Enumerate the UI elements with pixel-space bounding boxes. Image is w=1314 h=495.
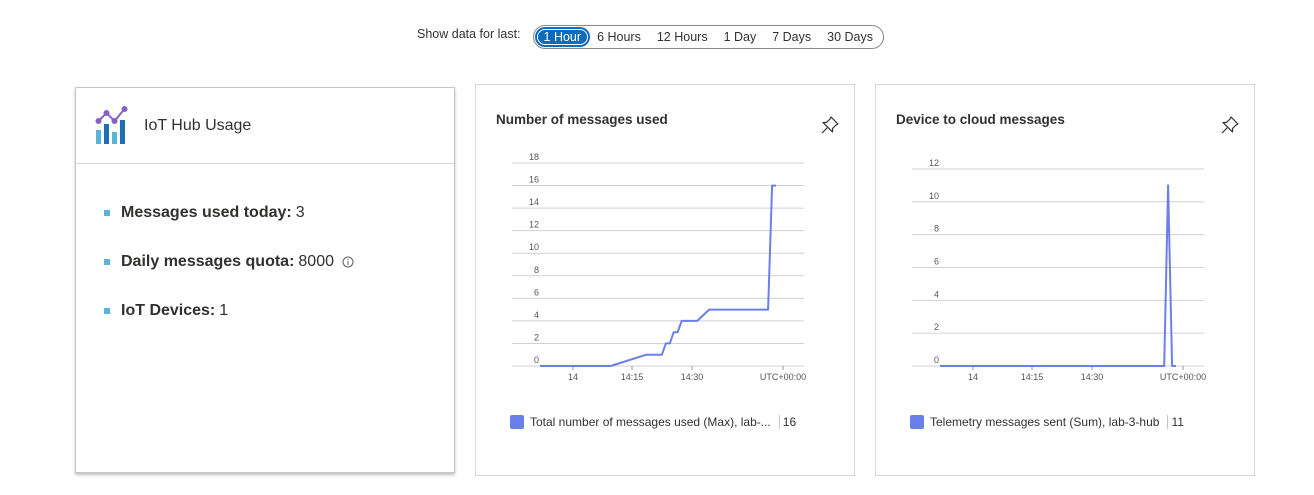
bullet-icon [104, 258, 110, 265]
usage-item-value: 1 [219, 301, 229, 319]
y-tick-label: 16 [529, 175, 539, 185]
usage-item-value: 3 [295, 203, 305, 221]
time-range-options: 1 Hour 6 Hours 12 Hours 1 Day 7 Days 30 … [532, 25, 884, 49]
info-icon[interactable] [342, 256, 354, 268]
y-tick-label: 4 [934, 289, 939, 299]
usage-item-messages-today: Messages used today: 3 [104, 188, 454, 237]
x-tick-label: 14:15 [621, 372, 644, 382]
usage-item-daily-quota: Daily messages quota: 8000 [104, 237, 454, 286]
usage-item-key: Messages used today: [121, 203, 292, 221]
time-option-7-days[interactable]: 7 Days [764, 28, 819, 46]
iot-hub-usage-card: IoT Hub Usage Messages used today: 3 Dai… [75, 87, 455, 473]
pin-icon[interactable] [1220, 115, 1240, 135]
y-tick-label: 12 [529, 220, 539, 230]
time-option-30-days[interactable]: 30 Days [819, 28, 881, 46]
series-line[interactable] [940, 184, 1176, 367]
iot-usage-chart-icon [95, 105, 128, 144]
legend-value: 16 [782, 415, 797, 429]
y-tick-label: 10 [529, 242, 539, 252]
time-option-1-hour[interactable]: 1 Hour [535, 28, 590, 46]
usage-item-key: IoT Devices: [121, 301, 216, 319]
usage-item-key: Daily messages quota: [121, 252, 295, 270]
legend-swatch [910, 415, 924, 429]
y-tick-label: 0 [934, 355, 939, 365]
y-tick-label: 14 [529, 197, 539, 207]
y-tick-label: 0 [534, 355, 539, 365]
time-range-selector: Show data for last: 1 Hour 6 Hours 12 Ho… [417, 25, 884, 49]
bullet-icon [104, 307, 110, 314]
chart-legend[interactable]: Telemetry messages sent (Sum), lab-3-hub… [910, 415, 1184, 429]
x-tick-label: 14 [968, 372, 978, 382]
device-to-cloud-chart: 0 2 4 6 8 10 12 14 14:15 14:30 UTC+00:00 [912, 158, 1206, 382]
legend-separator [1167, 415, 1169, 429]
legend-separator [778, 415, 780, 429]
usage-stats-list: Messages used today: 3 Daily messages qu… [76, 164, 454, 335]
y-tick-label: 6 [934, 257, 939, 267]
device-to-cloud-chart-card: 0 2 4 6 8 10 12 14 14:15 14:30 UTC+00:00 Device to… [875, 84, 1255, 476]
x-tick-label: UTC+00:00 [1160, 372, 1206, 382]
y-tick-label: 12 [929, 158, 939, 168]
bullet-icon [104, 209, 110, 216]
time-option-6-hours[interactable]: 6 Hours [589, 28, 649, 46]
usage-card-title: IoT Hub Usage [144, 116, 252, 134]
y-tick-label: 2 [934, 322, 939, 332]
usage-card-header: IoT Hub Usage [76, 88, 454, 164]
usage-item-value: 8000 [298, 252, 334, 270]
time-option-1-day[interactable]: 1 Day [716, 28, 765, 46]
x-tick-label: 14 [568, 372, 578, 382]
x-tick-label: 14:30 [681, 372, 704, 382]
legend-swatch [510, 415, 524, 429]
legend-label: Total number of messages used (Max), lab… [530, 415, 771, 429]
y-tick-label: 8 [934, 224, 939, 234]
y-tick-label: 10 [929, 191, 939, 201]
messages-used-chart: 0 2 4 6 8 10 12 14 16 18 14 14:15 14:30 UTC+00:00 [512, 152, 806, 382]
y-tick-label: 6 [534, 287, 539, 297]
messages-used-chart-card: 0 2 4 6 8 10 12 14 16 18 14 14:15 14:30 UTC+00:00 Num… [475, 84, 855, 476]
x-tick-label: 14:15 [1021, 372, 1044, 382]
pin-icon[interactable] [820, 115, 840, 135]
x-tick-label: UTC+00:00 [760, 372, 806, 382]
chart-title: Number of messages used [496, 112, 668, 127]
chart-legend[interactable]: Total number of messages used (Max), lab… [510, 415, 796, 429]
y-tick-label: 2 [534, 332, 539, 342]
y-tick-label: 18 [529, 152, 539, 162]
legend-label: Telemetry messages sent (Sum), lab-3-hub [930, 415, 1160, 429]
chart-title: Device to cloud messages [896, 112, 1065, 127]
y-tick-label: 4 [534, 310, 539, 320]
time-range-label: Show data for last: [417, 27, 521, 41]
x-tick-label: 14:30 [1081, 372, 1104, 382]
legend-value: 11 [1171, 415, 1184, 429]
time-option-12-hours[interactable]: 12 Hours [649, 28, 716, 46]
usage-item-iot-devices: IoT Devices: 1 [104, 286, 454, 335]
y-tick-label: 8 [534, 265, 539, 275]
